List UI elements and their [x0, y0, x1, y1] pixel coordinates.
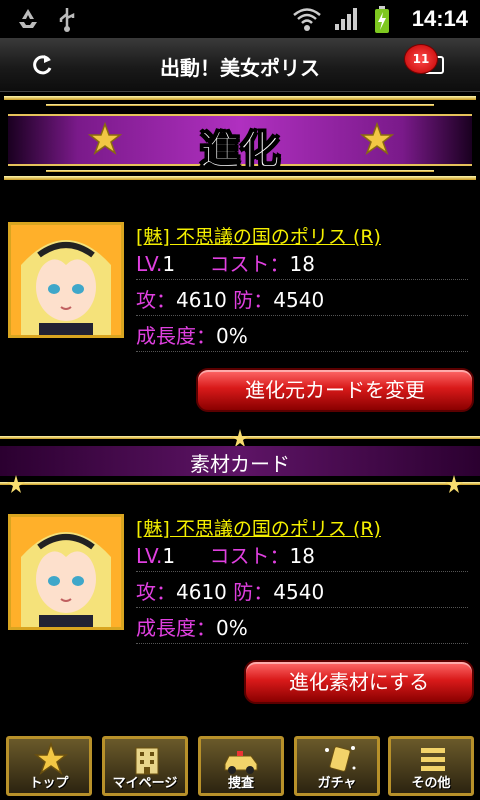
- growth-label: 成長度：: [136, 616, 216, 640]
- usb-icon: [59, 8, 75, 32]
- building-icon: [135, 747, 159, 775]
- material-card: [魅] 不思議の国のポリス (R) LV.1 コスト：18 攻：4610 防：4…: [0, 510, 480, 704]
- banner-top-line-inner: [46, 104, 434, 106]
- growth-value: 0%: [216, 616, 248, 640]
- card-stats-row: 攻：4610 防：4540: [136, 284, 468, 316]
- banner-top-line: [4, 96, 476, 100]
- card-name[interactable]: [魅] 不思議の国のポリス (R): [136, 222, 381, 249]
- attack-value: 4610: [176, 580, 227, 604]
- star-badge-icon: [34, 742, 68, 775]
- card-sparkle-icon: [325, 746, 356, 772]
- character-portrait-image: [11, 517, 121, 627]
- material-section-header: 素材カード: [0, 429, 480, 493]
- growth-label: 成長度：: [136, 324, 216, 348]
- attack-label: 攻：: [136, 580, 176, 604]
- page-title: 進化: [200, 127, 281, 175]
- nav-mypage-button[interactable]: マイページ: [102, 736, 188, 796]
- attack-label: 攻：: [136, 288, 176, 312]
- banner-bottom-line: [4, 176, 476, 180]
- notification-badge[interactable]: 11: [404, 44, 438, 74]
- cost-value: 18: [289, 544, 315, 568]
- clock: 14:14: [411, 6, 468, 31]
- status-bar: 14:14: [0, 0, 480, 38]
- star-icon: [7, 475, 25, 493]
- nav-investigate-button[interactable]: 捜査: [198, 736, 284, 796]
- nav-label: 捜査: [227, 776, 254, 791]
- growth-value: 0%: [216, 324, 248, 348]
- menu-icon: [421, 748, 445, 771]
- card-stats-row: 攻：4610 防：4540: [136, 576, 468, 608]
- star-icon: [231, 429, 249, 447]
- defense-label: 防：: [233, 580, 274, 604]
- card-level-cost-row: LV.1 コスト：18: [136, 540, 468, 572]
- base-card: [魅] 不思議の国のポリス (R) LV.1 コスト：18 攻：4610 防：4…: [0, 218, 480, 412]
- star-badge-icon: [88, 122, 122, 155]
- card-growth-row: 成長度：0%: [136, 612, 468, 644]
- nav-gacha-button[interactable]: ガチャ: [294, 736, 380, 796]
- level-value: 1: [162, 252, 176, 276]
- level-value: 1: [162, 544, 176, 568]
- banner-bottom-line-inner: [46, 170, 434, 172]
- defense-value: 4540: [273, 288, 325, 312]
- battery-charging-icon: [375, 6, 389, 33]
- wifi-icon: [293, 8, 321, 31]
- cost-label: コスト：: [209, 252, 290, 276]
- nav-label: トップ: [29, 776, 69, 791]
- card-portrait[interactable]: [8, 222, 124, 338]
- star-badge-icon: [360, 122, 394, 155]
- evolution-banner: 進化: [0, 92, 480, 182]
- cost-label: コスト：: [209, 544, 290, 568]
- nav-top-button[interactable]: トップ: [6, 736, 92, 796]
- card-level-cost-row: LV.1 コスト：18: [136, 248, 468, 280]
- defense-value: 4540: [273, 580, 325, 604]
- signal-icon: [335, 8, 357, 30]
- cost-value: 18: [289, 252, 315, 276]
- nav-other-button[interactable]: その他: [388, 736, 474, 796]
- card-name[interactable]: [魅] 不思議の国のポリス (R): [136, 514, 381, 541]
- star-icon: [445, 475, 463, 493]
- set-as-material-button[interactable]: 進化素材にする: [244, 660, 474, 704]
- nav-label: ガチャ: [317, 776, 357, 791]
- attack-value: 4610: [176, 288, 227, 312]
- level-label: LV.: [136, 252, 163, 276]
- section-bottom-line: [0, 482, 480, 485]
- section-title: 素材カード: [190, 452, 290, 476]
- character-portrait-image: [11, 225, 121, 335]
- card-growth-row: 成長度：0%: [136, 320, 468, 352]
- level-label: LV.: [136, 544, 163, 568]
- defense-label: 防：: [233, 288, 274, 312]
- police-car-icon: [224, 751, 258, 774]
- card-portrait[interactable]: [8, 514, 124, 630]
- bottom-nav: トップ マイページ 捜査 ガチャ その他: [0, 728, 480, 800]
- nav-label: その他: [411, 776, 451, 791]
- recycle-icon: [19, 9, 37, 28]
- change-base-card-button[interactable]: 進化元カードを変更: [196, 368, 474, 412]
- nav-label: マイページ: [112, 776, 178, 791]
